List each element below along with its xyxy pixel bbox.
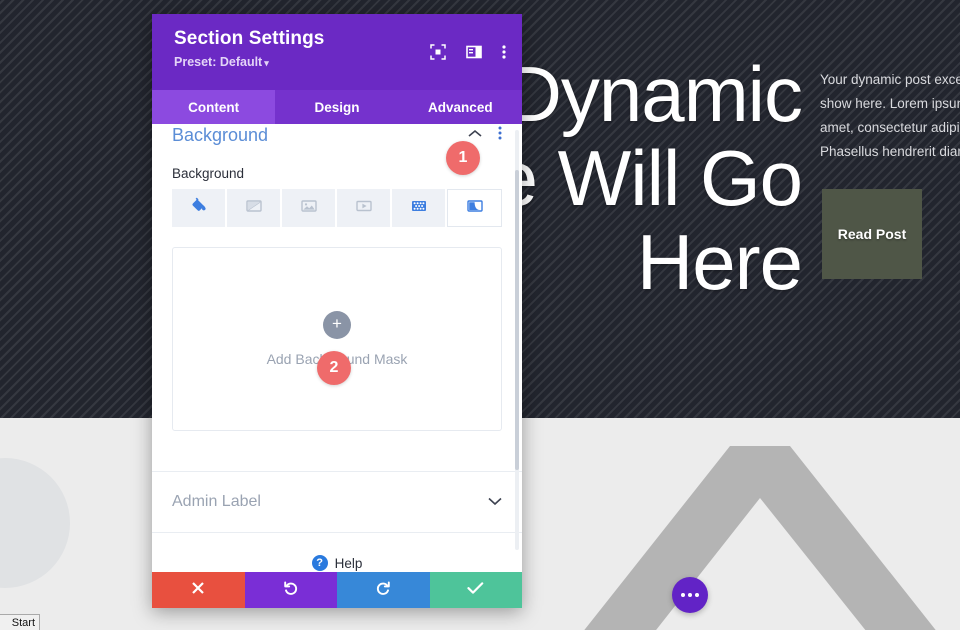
more-options-icon[interactable] — [502, 44, 506, 60]
modal-header: Section Settings Preset: Default ▾ — [152, 14, 522, 90]
more-options-icon[interactable] — [498, 126, 502, 145]
tab-content[interactable]: Content — [152, 90, 276, 124]
help-link[interactable]: ? Help — [152, 555, 522, 571]
check-icon — [467, 581, 484, 600]
help-label: Help — [334, 555, 363, 571]
plus-icon[interactable]: + — [323, 311, 351, 339]
chevron-up-icon[interactable] — [468, 126, 482, 144]
panel-scrollbar[interactable] — [515, 130, 519, 550]
section-settings-modal: Section Settings Preset: Default ▾ Conte… — [152, 14, 522, 608]
background-image-icon — [299, 196, 319, 221]
ellipsis-dot — [681, 593, 685, 597]
redo-button[interactable] — [337, 572, 430, 608]
divider — [152, 532, 522, 533]
background-gradient-tab[interactable] — [227, 189, 280, 227]
start-button[interactable]: Start — [0, 614, 40, 630]
background-video-tab[interactable] — [337, 189, 390, 227]
undo-button[interactable] — [244, 572, 337, 608]
chevron-down-icon: ▾ — [264, 58, 269, 68]
undo-icon — [283, 580, 299, 601]
background-section-title: Background — [172, 124, 269, 145]
add-background-mask-dropzone[interactable]: + Add Background Mask — [172, 247, 502, 431]
background-type-toolbar — [172, 189, 502, 227]
modal-footer — [152, 572, 522, 608]
ellipsis-dot — [695, 593, 699, 597]
chevron-shape-graphic — [584, 446, 936, 630]
background-video-icon — [354, 196, 374, 221]
admin-label-title: Admin Label — [172, 493, 261, 510]
screen: Your Dynamic Title Will Go Here Your dyn… — [0, 0, 960, 630]
tab-design[interactable]: Design — [275, 90, 398, 124]
background-color-icon — [189, 196, 209, 221]
question-mark-icon: ? — [311, 555, 328, 571]
close-icon — [191, 581, 205, 600]
modal-tabs: Content Design Advanced — [152, 90, 522, 124]
background-pattern-icon — [409, 196, 429, 221]
redo-icon — [375, 580, 391, 601]
background-color-tab[interactable] — [172, 189, 225, 227]
hero-excerpt: Your dynamic post excerpt will show here… — [820, 72, 960, 159]
callout-badge-2: 2 — [317, 351, 351, 385]
layout-panel-icon[interactable] — [466, 44, 482, 60]
preset-label: Preset: Default — [174, 55, 263, 69]
callout-badge-1: 1 — [446, 141, 480, 175]
modal-header-icons — [430, 44, 506, 60]
background-pattern-tab[interactable] — [392, 189, 445, 227]
background-gradient-icon — [244, 196, 264, 221]
chevron-down-icon[interactable] — [488, 493, 502, 511]
save-button[interactable] — [429, 572, 522, 608]
modal-body: Background Background + Add Mask Admin L… — [152, 124, 522, 572]
read-post-button[interactable]: Read Post — [822, 189, 922, 279]
floating-action-button[interactable] — [672, 577, 708, 613]
focus-target-icon[interactable] — [430, 44, 446, 60]
background-mask-tab[interactable] — [447, 189, 502, 227]
admin-label-row[interactable]: Admin Label — [152, 472, 522, 532]
ellipsis-dot — [688, 593, 692, 597]
background-mask-icon — [465, 196, 485, 221]
cancel-button[interactable] — [152, 572, 245, 608]
decorative-circle — [0, 458, 70, 588]
tab-advanced[interactable]: Advanced — [399, 90, 522, 124]
background-image-tab[interactable] — [282, 189, 335, 227]
scrollbar-thumb[interactable] — [515, 170, 519, 470]
